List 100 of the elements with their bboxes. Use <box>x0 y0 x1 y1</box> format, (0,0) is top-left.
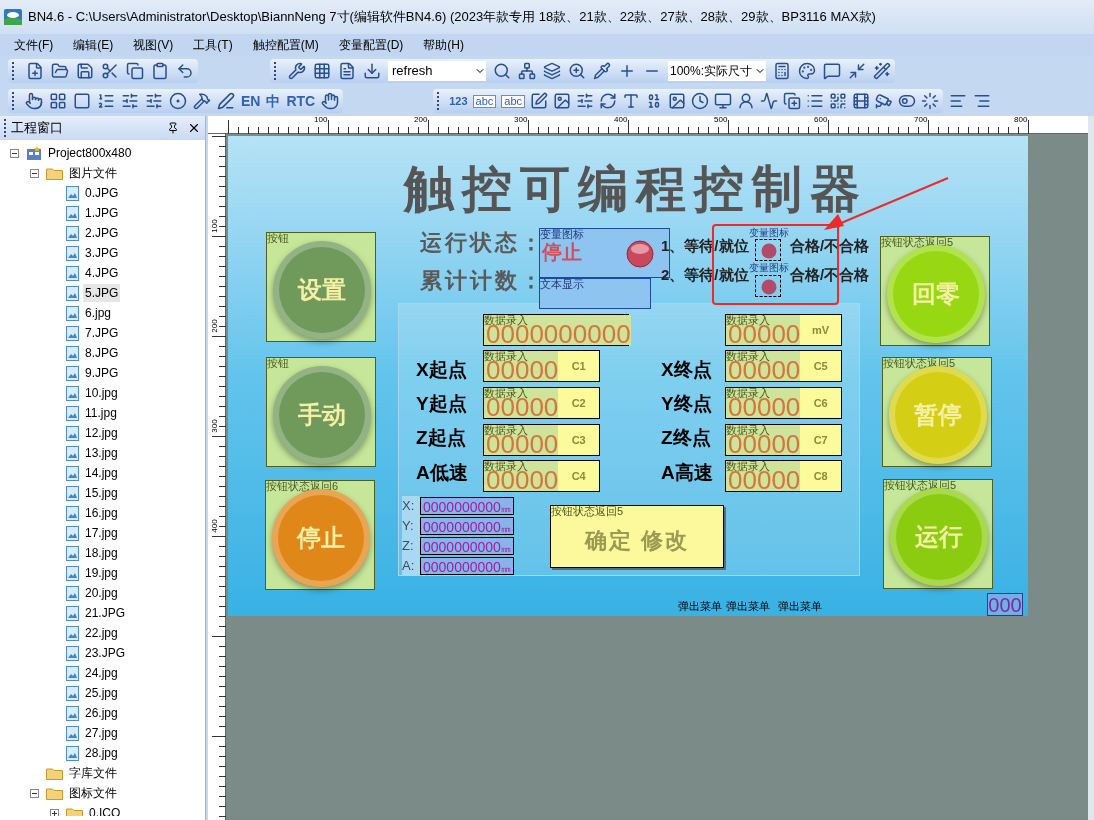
copy-icon[interactable] <box>126 62 144 80</box>
download-icon[interactable] <box>363 62 381 80</box>
trend-icon[interactable] <box>760 92 779 110</box>
menu-item[interactable]: 工具(T) <box>193 36 233 54</box>
tree-item[interactable]: 1.JPG <box>83 204 121 222</box>
grid-icon[interactable] <box>313 62 331 80</box>
pin-icon[interactable] <box>167 122 179 134</box>
camera-icon[interactable] <box>875 92 894 110</box>
tree-item[interactable]: 图片文件 <box>67 164 119 182</box>
toggle-icon[interactable] <box>898 92 917 110</box>
tree-item[interactable]: 25.jpg <box>83 684 120 702</box>
widget-tool-button[interactable]: abc <box>501 94 526 108</box>
tree-item[interactable]: 7.JPG <box>83 324 121 342</box>
tree-item[interactable]: 12.jpg <box>83 424 120 442</box>
cut-icon[interactable] <box>101 62 119 80</box>
popup-menu-widget[interactable]: 弹出菜单 <box>726 601 770 612</box>
open-folder-icon[interactable] <box>51 62 69 80</box>
font-icon[interactable] <box>622 92 641 110</box>
text-tool-button[interactable]: RTC <box>286 94 316 108</box>
tree-item[interactable]: 15.jpg <box>83 484 120 502</box>
menu-item[interactable]: 变量配置(D) <box>338 36 404 54</box>
zoom-combo[interactable]: 100%:实际尺寸 <box>668 61 766 81</box>
zoom-icon[interactable] <box>568 62 586 80</box>
tree-item[interactable]: 14.jpg <box>83 464 120 482</box>
menu-item[interactable]: 文件(F) <box>14 36 54 54</box>
popup-menu-widget[interactable]: 弹出菜单 <box>778 601 822 612</box>
touch-hand-icon[interactable] <box>321 92 340 110</box>
clock-icon[interactable] <box>691 92 710 110</box>
text-tool-button[interactable]: EN <box>241 94 261 108</box>
tree-item[interactable]: 3.JPG <box>83 244 121 262</box>
expand-icon[interactable] <box>49 808 59 816</box>
collapse-icon[interactable] <box>29 168 39 178</box>
tree-item[interactable]: 13.jpg <box>83 444 120 462</box>
tree-item[interactable]: 17.jpg <box>83 524 120 542</box>
menu-item[interactable]: 帮助(H) <box>423 36 464 54</box>
tree-item[interactable]: 5.JPG <box>83 284 121 302</box>
save-icon[interactable] <box>76 62 94 80</box>
command-combo[interactable]: refresh <box>388 61 486 81</box>
axis-label: Z起点 <box>416 428 466 447</box>
menu-item[interactable]: 编辑(E) <box>73 36 114 54</box>
video-icon[interactable] <box>852 92 871 110</box>
align-left-icon[interactable] <box>949 92 968 110</box>
tree-item[interactable]: 6.jpg <box>83 304 114 322</box>
tree-item[interactable]: 4.JPG <box>83 264 121 282</box>
tree-item[interactable]: 24.jpg <box>83 664 120 682</box>
refresh-icon[interactable] <box>599 92 618 110</box>
tree-item[interactable]: 11.jpg <box>83 404 119 422</box>
widget-tool-button[interactable]: abc <box>472 94 497 108</box>
tree-item[interactable]: 字库文件 <box>67 764 119 782</box>
palette-icon[interactable] <box>798 62 816 80</box>
page-icon[interactable] <box>338 62 356 80</box>
square-icon[interactable] <box>73 92 91 110</box>
popup-menu-widget[interactable]: 弹出菜单 <box>678 601 722 612</box>
align-right-icon[interactable] <box>973 92 992 110</box>
screen-title: 触控可编程控制器 <box>404 164 868 214</box>
new-file-icon[interactable] <box>26 62 44 80</box>
tree-item[interactable]: 9.JPG <box>83 364 121 382</box>
pointer-hand-icon[interactable] <box>25 92 43 110</box>
tree-item[interactable]: 0.JPG <box>83 184 121 202</box>
collapse-icon[interactable] <box>9 148 19 158</box>
shrink-icon[interactable] <box>848 62 866 80</box>
tree-item[interactable]: 图标文件 <box>67 784 119 802</box>
tree-item[interactable]: 16.jpg <box>83 504 120 522</box>
tree-item[interactable]: 21.JPG <box>83 604 128 622</box>
edit-icon[interactable] <box>217 92 235 110</box>
tree-item[interactable]: 20.jpg <box>83 584 120 602</box>
eyedropper-icon[interactable] <box>593 62 611 80</box>
undo-icon[interactable] <box>176 62 194 80</box>
duplicate-icon[interactable] <box>783 92 802 110</box>
tree-item[interactable]: 28.jpg <box>83 744 120 762</box>
sliders-icon[interactable] <box>145 92 163 110</box>
tree-item[interactable]: 23.JPG <box>83 644 128 662</box>
tree-item[interactable]: 8.JPG <box>83 344 121 362</box>
tree-item[interactable]: 10.jpg <box>83 384 120 402</box>
tree-item[interactable]: 19.jpg <box>83 564 120 582</box>
widget-tool-button[interactable]: 123 <box>449 95 468 107</box>
menu-item[interactable]: 视图(V) <box>133 36 174 54</box>
tree-item[interactable]: 22.jpg <box>83 624 120 642</box>
calculator-icon[interactable] <box>773 62 791 80</box>
picture-icon[interactable] <box>668 92 687 110</box>
tree-item[interactable]: Project800x480 <box>46 144 134 162</box>
hammer-icon[interactable] <box>193 92 211 110</box>
scrollbar[interactable] <box>1088 116 1094 820</box>
tree-item[interactable]: 27.jpg <box>83 724 120 742</box>
slider-icon[interactable] <box>576 92 595 110</box>
tree-item[interactable]: 18.jpg <box>83 544 120 562</box>
tools-icon[interactable] <box>288 62 306 80</box>
circle-icon[interactable] <box>169 92 187 110</box>
zoom-in-icon[interactable] <box>618 62 636 80</box>
paste-icon[interactable] <box>151 62 169 80</box>
tree-item[interactable]: 26.jpg <box>83 704 120 722</box>
close-icon[interactable] <box>187 121 201 135</box>
menu-item[interactable]: 触控配置(M) <box>252 36 319 54</box>
list-icon[interactable] <box>806 92 825 110</box>
display-icon[interactable] <box>714 92 733 110</box>
collapse-icon[interactable] <box>29 788 39 798</box>
tree-item[interactable]: 2.JPG <box>83 224 121 242</box>
magic-wand-icon[interactable] <box>873 62 891 80</box>
text-tool-button[interactable]: 中 <box>266 94 281 108</box>
qr-code-icon[interactable] <box>829 92 848 110</box>
